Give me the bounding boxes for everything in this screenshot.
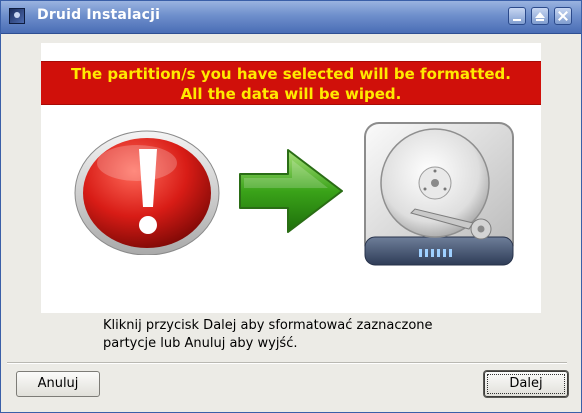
minimize-button[interactable] [508, 7, 526, 25]
instruction-line-1: Kliknij przycisk Dalej aby sformatować z… [103, 318, 433, 333]
installer-window: Druid Instalacji The partition/s you hav… [0, 0, 582, 413]
title-bar[interactable]: Druid Instalacji [1, 1, 581, 34]
app-icon [9, 8, 25, 24]
instruction-line-2: partycje lub Anuluj aby wyjść. [103, 336, 298, 351]
arrow-right-icon [239, 149, 343, 233]
cancel-button[interactable]: Anuluj [16, 371, 100, 397]
next-button[interactable]: Dalej [484, 371, 568, 397]
banner-line-2: All the data will be wiped. [180, 85, 402, 103]
instruction-text: Kliknij przycisk Dalej aby sformatować z… [103, 317, 523, 353]
warning-illustration: The partition/s you have selected will b… [41, 43, 541, 313]
hard-drive-icon [364, 122, 514, 266]
banner-line-1: The partition/s you have selected will b… [71, 65, 511, 83]
button-separator [7, 362, 567, 364]
warning-banner: The partition/s you have selected will b… [41, 61, 541, 105]
maximize-button[interactable] [531, 7, 549, 25]
dialog-content: The partition/s you have selected will b… [1, 34, 581, 412]
close-button[interactable] [554, 7, 572, 25]
window-title: Druid Instalacji [37, 7, 161, 23]
warning-icon [74, 130, 220, 255]
